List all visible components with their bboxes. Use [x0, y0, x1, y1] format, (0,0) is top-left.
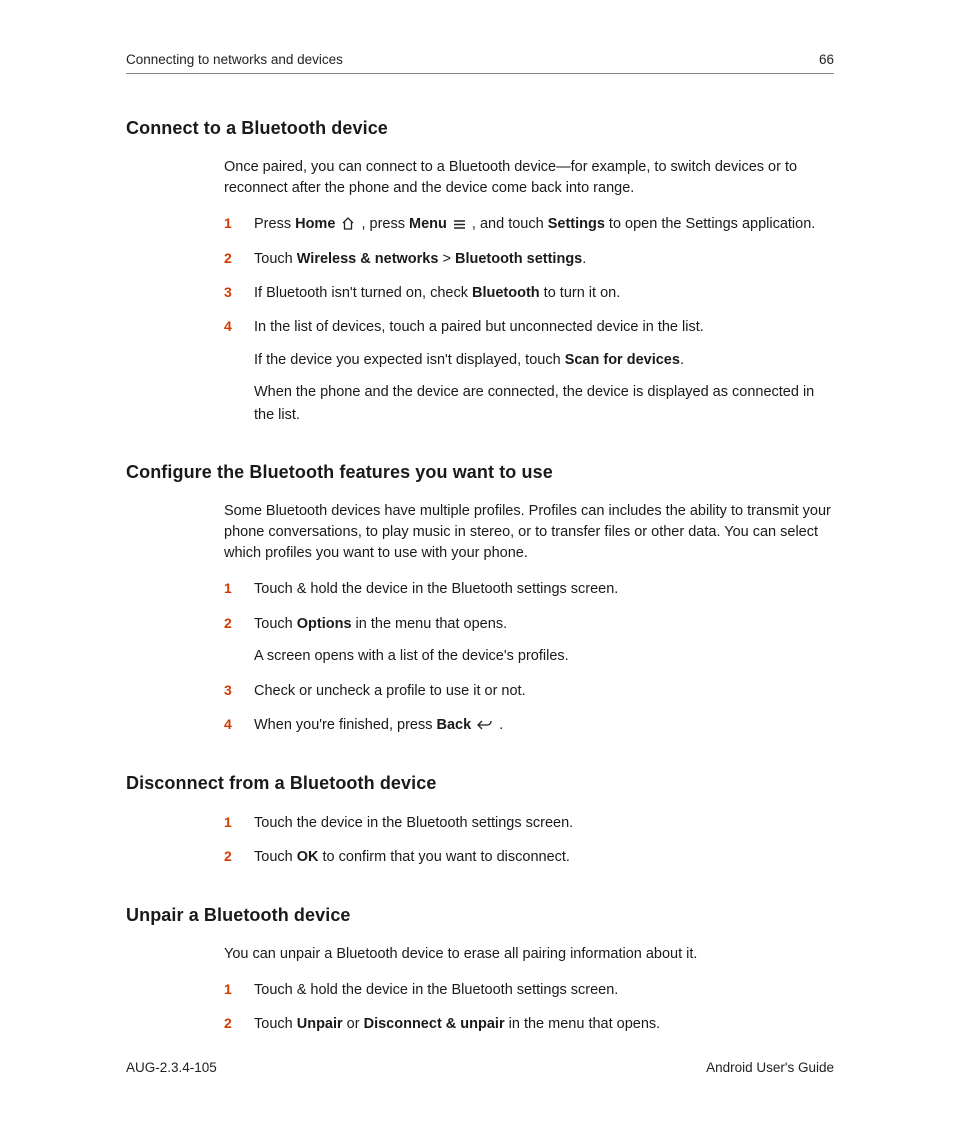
heading-unpair: Unpair a Bluetooth device [126, 905, 834, 926]
step-text: Touch the device in the Bluetooth settin… [254, 815, 573, 831]
step: 1 Touch the device in the Bluetooth sett… [224, 812, 834, 834]
step: 3 If Bluetooth isn't turned on, check Bl… [224, 282, 834, 304]
step-text: Touch OK to confirm that you want to dis… [254, 849, 570, 865]
step: 1 Touch & hold the device in the Bluetoo… [224, 979, 834, 1001]
step-note: When the phone and the device are connec… [254, 381, 834, 426]
step-text: Touch & hold the device in the Bluetooth… [254, 581, 618, 597]
step-text: Check or uncheck a profile to use it or … [254, 683, 526, 699]
step-number: 3 [224, 282, 232, 304]
page-footer: AUG-2.3.4-105 Android User's Guide [126, 1060, 834, 1075]
step-number: 2 [224, 248, 232, 270]
step-text: Press Home , press Menu , and touch Sett… [254, 216, 815, 232]
steps-unpair: 1 Touch & hold the device in the Bluetoo… [224, 979, 834, 1036]
intro-configure: Some Bluetooth devices have multiple pro… [224, 501, 834, 564]
step-number: 1 [224, 979, 232, 1001]
step: 2 Touch Wireless & networks > Bluetooth … [224, 248, 834, 270]
step-number: 1 [224, 812, 232, 834]
step: 2 Touch Unpair or Disconnect & unpair in… [224, 1013, 834, 1035]
step-text: Touch & hold the device in the Bluetooth… [254, 982, 618, 998]
steps-connect: 1 Press Home , press Menu , and touch Se… [224, 213, 834, 426]
heading-connect: Connect to a Bluetooth device [126, 118, 834, 139]
intro-connect: Once paired, you can connect to a Blueto… [224, 157, 834, 199]
step: 4 In the list of devices, touch a paired… [224, 316, 834, 426]
step-number: 2 [224, 846, 232, 868]
step-number: 2 [224, 1013, 232, 1035]
section-disconnect: Disconnect from a Bluetooth device 1 Tou… [126, 773, 834, 869]
step: 3 Check or uncheck a profile to use it o… [224, 680, 834, 702]
page-number: 66 [819, 52, 834, 67]
step-number: 1 [224, 578, 232, 600]
heading-disconnect: Disconnect from a Bluetooth device [126, 773, 834, 794]
steps-disconnect: 1 Touch the device in the Bluetooth sett… [224, 812, 834, 869]
page-header: Connecting to networks and devices 66 [126, 52, 834, 74]
step-text: In the list of devices, touch a paired b… [254, 319, 704, 335]
section-unpair: Unpair a Bluetooth device You can unpair… [126, 905, 834, 1036]
home-icon [341, 217, 355, 230]
step-note: A screen opens with a list of the device… [254, 645, 834, 667]
chapter-title: Connecting to networks and devices [126, 52, 343, 67]
step-text: When you're finished, press Back . [254, 717, 503, 733]
page: Connecting to networks and devices 66 Co… [0, 0, 954, 1145]
doc-title: Android User's Guide [706, 1060, 834, 1075]
back-icon [477, 719, 493, 731]
step-number: 3 [224, 680, 232, 702]
step-text: Touch Wireless & networks > Bluetooth se… [254, 251, 586, 267]
section-configure: Configure the Bluetooth features you wan… [126, 462, 834, 736]
doc-id: AUG-2.3.4-105 [126, 1060, 217, 1075]
menu-icon [453, 219, 466, 230]
step-text: If Bluetooth isn't turned on, check Blue… [254, 285, 620, 301]
step: 4 When you're finished, press Back . [224, 714, 834, 736]
step: 2 Touch Options in the menu that opens. … [224, 613, 834, 668]
step-text: Touch Unpair or Disconnect & unpair in t… [254, 1016, 660, 1032]
step: 2 Touch OK to confirm that you want to d… [224, 846, 834, 868]
step-number: 4 [224, 316, 232, 338]
heading-configure: Configure the Bluetooth features you wan… [126, 462, 834, 483]
intro-unpair: You can unpair a Bluetooth device to era… [224, 944, 834, 965]
step-note: If the device you expected isn't display… [254, 349, 834, 371]
step-number: 1 [224, 213, 232, 235]
step: 1 Press Home , press Menu , and touch Se… [224, 213, 834, 235]
step-number: 4 [224, 714, 232, 736]
step-number: 2 [224, 613, 232, 635]
step-text: Touch Options in the menu that opens. [254, 616, 507, 632]
section-connect: Connect to a Bluetooth device Once paire… [126, 118, 834, 426]
steps-configure: 1 Touch & hold the device in the Bluetoo… [224, 578, 834, 736]
step: 1 Touch & hold the device in the Bluetoo… [224, 578, 834, 600]
